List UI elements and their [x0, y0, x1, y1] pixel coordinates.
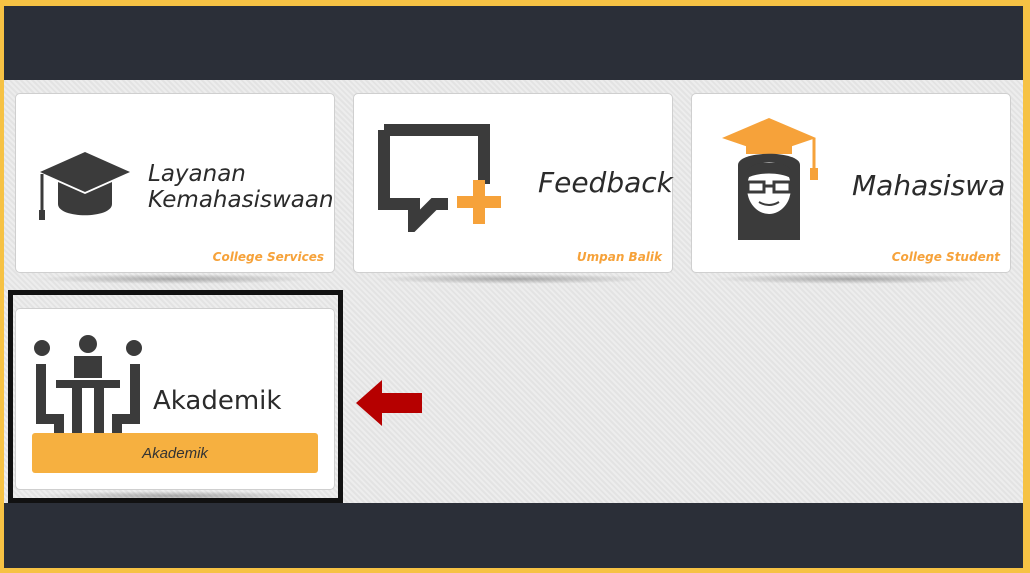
left-arrow-icon: [356, 380, 422, 426]
card-shadow: [710, 274, 992, 284]
graduation-cap-icon: [39, 152, 130, 220]
student-graduate-icon: [722, 118, 818, 240]
card-layanan-kemahasiswaan[interactable]: Layanan Kemahasiswaan College Services: [15, 93, 335, 284]
card-mahasiswa[interactable]: Mahasiswa College Student: [691, 93, 1011, 284]
card-title-line2: Kemahasiswaan: [148, 186, 334, 213]
chat-plus-icon: [378, 124, 501, 232]
card-feedback[interactable]: Feedback Umpan Balik: [353, 93, 673, 284]
card-title: Mahasiswa: [852, 169, 1006, 202]
card-title: Layanan Kemahasiswaan: [148, 161, 334, 214]
card-subtitle: College Services: [212, 250, 324, 264]
card-subtitle: College Student: [891, 250, 1000, 264]
selection-highlight-box: [8, 290, 343, 503]
card-title-line1: Layanan: [148, 161, 246, 187]
card-subtitle: Umpan Balik: [576, 250, 662, 264]
card-shadow: [372, 274, 654, 284]
card-shadow: [34, 274, 316, 284]
card-title: Feedback: [538, 166, 673, 199]
